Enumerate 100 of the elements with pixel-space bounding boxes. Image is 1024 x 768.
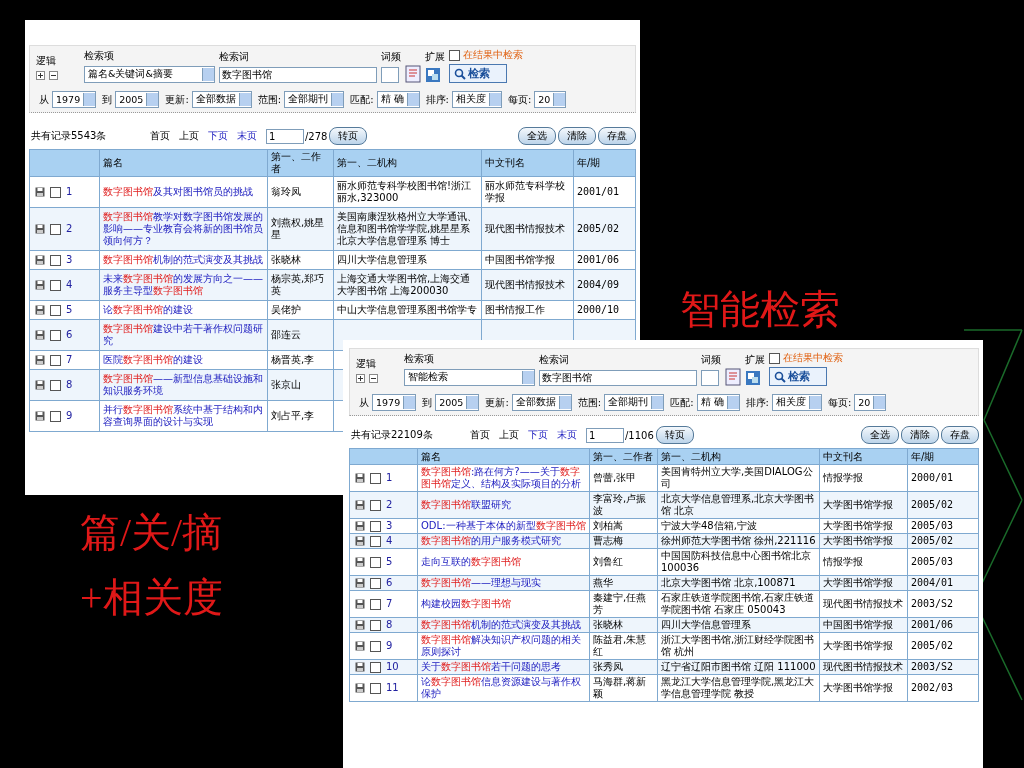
row-number-link[interactable]: 5 <box>386 556 393 568</box>
row-number-link[interactable]: 7 <box>66 354 73 366</box>
row-checkbox[interactable] <box>50 354 61 366</box>
filter-dropdown[interactable]: 精 确 <box>696 394 740 411</box>
save-icon[interactable] <box>355 683 365 693</box>
filter-dropdown[interactable]: 相关度 <box>771 394 822 411</box>
save-icon[interactable] <box>35 255 45 265</box>
filter-dropdown[interactable]: 2005 <box>435 394 480 411</box>
save-icon[interactable] <box>355 521 365 531</box>
action-button[interactable]: 清除 <box>558 127 596 145</box>
filter-dropdown[interactable]: 精 确 <box>376 91 420 108</box>
save-icon[interactable] <box>355 473 365 483</box>
row-checkbox[interactable] <box>370 520 381 532</box>
row-number-link[interactable]: 6 <box>386 577 393 589</box>
row-number-link[interactable]: 5 <box>66 304 73 316</box>
filter-dropdown[interactable]: 相关度 <box>451 91 502 108</box>
row-number-link[interactable]: 4 <box>386 535 393 547</box>
save-icon[interactable] <box>355 578 365 588</box>
save-icon[interactable] <box>355 599 365 609</box>
row-checkbox[interactable] <box>50 329 61 341</box>
row-checkbox[interactable] <box>370 577 381 589</box>
plus-icon[interactable] <box>356 374 365 383</box>
save-icon[interactable] <box>35 330 45 340</box>
row-number-link[interactable]: 10 <box>386 661 399 673</box>
row-checkbox[interactable] <box>50 186 61 198</box>
action-button[interactable]: 清除 <box>901 426 939 444</box>
minus-icon[interactable] <box>49 71 58 80</box>
row-number-link[interactable]: 7 <box>386 598 393 610</box>
expand-icon[interactable] <box>425 67 441 83</box>
filter-dropdown[interactable]: 2005 <box>115 91 160 108</box>
row-checkbox[interactable] <box>370 472 381 484</box>
row-number-link[interactable]: 9 <box>66 410 73 422</box>
row-checkbox[interactable] <box>50 223 61 235</box>
row-checkbox[interactable] <box>370 661 381 673</box>
go-page-button[interactable]: 转页 <box>655 426 694 444</box>
term-input[interactable]: 数字图书馆 <box>219 67 377 83</box>
row-checkbox[interactable] <box>370 598 381 610</box>
row-checkbox[interactable] <box>50 254 61 266</box>
filter-dropdown[interactable]: 全部数据 <box>191 91 252 108</box>
row-number-link[interactable]: 6 <box>66 329 73 341</box>
field-dropdown[interactable]: 智能检索 <box>404 369 535 386</box>
row-checkbox[interactable] <box>370 499 381 511</box>
row-checkbox[interactable] <box>370 640 381 652</box>
search-button[interactable]: 检索 <box>449 64 507 83</box>
frequency-input[interactable] <box>381 67 399 83</box>
row-checkbox[interactable] <box>370 619 381 631</box>
action-button[interactable]: 存盘 <box>941 426 979 444</box>
save-icon[interactable] <box>355 641 365 651</box>
save-icon[interactable] <box>35 380 45 390</box>
row-number-link[interactable]: 9 <box>386 640 393 652</box>
save-icon[interactable] <box>355 662 365 672</box>
save-icon[interactable] <box>35 224 45 234</box>
row-number-link[interactable]: 3 <box>386 520 393 532</box>
page-input[interactable]: 1 <box>266 128 304 144</box>
save-icon[interactable] <box>35 305 45 315</box>
next-page-link[interactable]: 下页 <box>528 428 548 442</box>
save-icon[interactable] <box>35 411 45 421</box>
action-button[interactable]: 全选 <box>518 127 556 145</box>
next-page-link[interactable]: 下页 <box>208 129 228 143</box>
row-checkbox[interactable] <box>370 535 381 547</box>
row-number-link[interactable]: 4 <box>66 279 73 291</box>
row-number-link[interactable]: 2 <box>386 499 393 511</box>
search-button[interactable]: 检索 <box>769 367 827 386</box>
row-checkbox[interactable] <box>370 682 381 694</box>
field-dropdown[interactable]: 篇名&关键词&摘要 <box>84 66 215 83</box>
first-page-link[interactable]: 首页 <box>470 428 490 442</box>
row-number-link[interactable]: 11 <box>386 682 399 694</box>
first-page-link[interactable]: 首页 <box>150 129 170 143</box>
row-number-link[interactable]: 1 <box>386 472 393 484</box>
row-number-link[interactable]: 8 <box>66 379 73 391</box>
go-page-button[interactable]: 转页 <box>329 127 368 145</box>
action-button[interactable]: 全选 <box>861 426 899 444</box>
last-page-link[interactable]: 末页 <box>557 428 577 442</box>
save-icon[interactable] <box>35 280 45 290</box>
save-icon[interactable] <box>35 355 45 365</box>
page-input[interactable]: 1 <box>586 427 624 443</box>
row-number-link[interactable]: 8 <box>386 619 393 631</box>
save-icon[interactable] <box>355 557 365 567</box>
previous-page-link[interactable]: 上页 <box>499 428 519 442</box>
expand-icon[interactable] <box>745 370 761 386</box>
row-number-link[interactable]: 3 <box>66 254 73 266</box>
filter-dropdown[interactable]: 20 <box>854 394 887 411</box>
save-icon[interactable] <box>355 500 365 510</box>
frequency-input[interactable] <box>701 370 719 386</box>
filter-dropdown[interactable]: 1979 <box>52 91 97 108</box>
save-icon[interactable] <box>35 187 45 197</box>
previous-page-link[interactable]: 上页 <box>179 129 199 143</box>
row-checkbox[interactable] <box>50 379 61 391</box>
filter-dropdown[interactable]: 全部期刊 <box>284 91 345 108</box>
row-checkbox[interactable] <box>50 410 61 422</box>
last-page-link[interactable]: 末页 <box>237 129 257 143</box>
row-number-link[interactable]: 2 <box>66 223 73 235</box>
row-checkbox[interactable] <box>370 556 381 568</box>
save-icon[interactable] <box>355 536 365 546</box>
row-checkbox[interactable] <box>50 279 61 291</box>
minus-icon[interactable] <box>369 374 378 383</box>
row-number-link[interactable]: 1 <box>66 186 73 198</box>
filter-dropdown[interactable]: 全部数据 <box>511 394 572 411</box>
plus-icon[interactable] <box>36 71 45 80</box>
save-icon[interactable] <box>355 620 365 630</box>
